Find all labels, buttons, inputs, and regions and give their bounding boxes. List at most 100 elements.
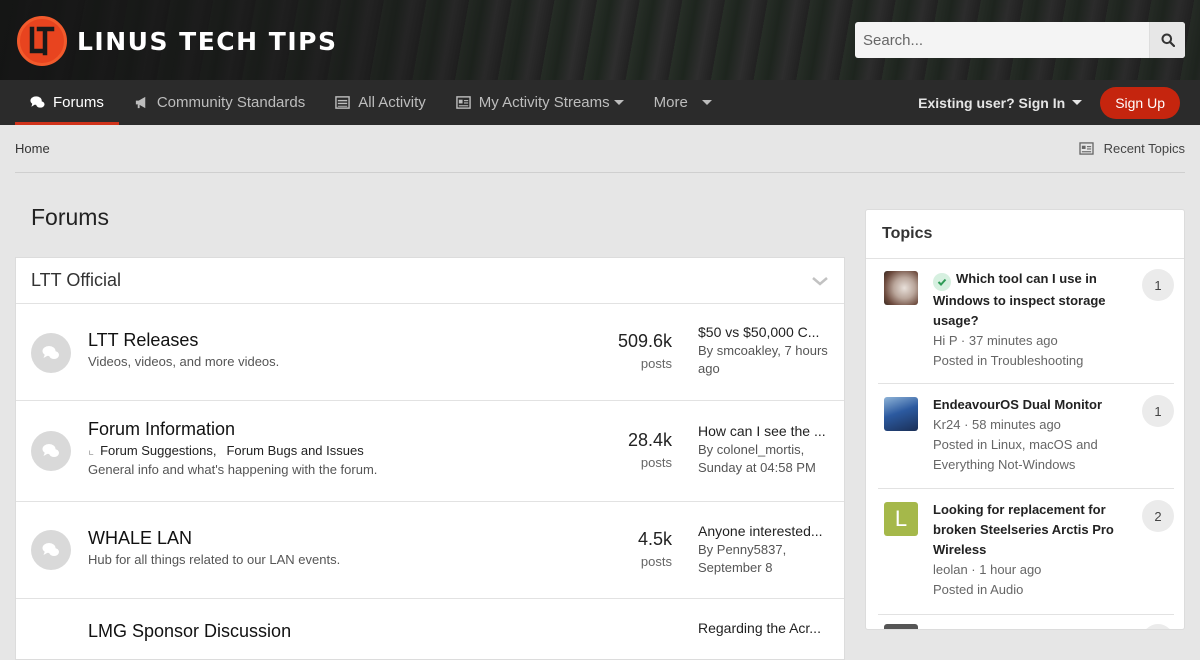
forum-last-post: Regarding the Acr... (698, 619, 836, 638)
nav-user-actions: Existing user? Sign In Sign Up (918, 80, 1180, 125)
category-title[interactable]: LTT Official (31, 270, 121, 291)
comments-icon (30, 96, 45, 108)
nav-forums[interactable]: Forums (15, 80, 119, 125)
nav-community-standards-label: Community Standards (156, 94, 306, 111)
sign-in-label: Existing user? Sign In (918, 94, 1066, 111)
nav-all-activity[interactable]: All Activity (320, 80, 441, 125)
topic-title-text: Which tool can I use in Windows to inspe… (933, 271, 1106, 328)
chevron-down-icon (701, 100, 712, 105)
forum-post-count: 28.4k posts (628, 430, 672, 470)
site-logo-text: LINUS TECH TIPS (77, 26, 338, 56)
post-count-label: posts (640, 554, 672, 569)
topic-item[interactable] (878, 616, 1174, 629)
topic-item[interactable]: EndeavourOS Dual Monitor Kr24 · 58 minut… (878, 385, 1174, 489)
sign-in-link[interactable]: Existing user? Sign In (918, 94, 1083, 111)
subforum-link[interactable]: Forum Suggestions, (100, 443, 216, 458)
forum-title[interactable]: LTT Releases (88, 330, 198, 351)
search-box (855, 22, 1185, 58)
forum-row[interactable]: LMG Sponsor Discussion Regarding the Acr… (16, 599, 844, 659)
solved-check-icon (933, 273, 951, 291)
forum-row[interactable]: LTT Releases Videos, videos, and more vi… (16, 304, 844, 401)
reply-count-badge: 1 (1142, 269, 1174, 301)
subforum-link[interactable]: Forum Bugs and Issues (226, 443, 363, 458)
recent-topics-link[interactable]: Recent Topics (1078, 141, 1185, 156)
topic-forum: Posted in Troubleshooting (933, 353, 1084, 368)
topic-title[interactable]: Which tool can I use in Windows to inspe… (933, 269, 1118, 331)
newspaper-icon (456, 96, 471, 109)
forum-post-count: 4.5k posts (638, 529, 672, 569)
main-nav: Forums Community Standards All Activity … (0, 80, 1200, 125)
topic-item[interactable]: Which tool can I use in Windows to inspe… (878, 259, 1174, 384)
nav-community-standards[interactable]: Community Standards (119, 80, 320, 125)
topic-meta: leolan · 1 hour ago (933, 562, 1042, 577)
last-post-title[interactable]: How can I see the ... (698, 422, 836, 440)
ltt-logo-icon (17, 16, 67, 66)
topic-body: EndeavourOS Dual Monitor Kr24 · 58 minut… (933, 395, 1118, 475)
avatar[interactable] (884, 624, 918, 629)
avatar[interactable]: L (884, 502, 918, 536)
forum-description: Hub for all things related to our LAN ev… (88, 552, 341, 567)
nav-more-label: More (653, 94, 688, 111)
avatar[interactable] (884, 271, 918, 305)
page-title: Forums (31, 204, 109, 230)
recent-topics-label: Recent Topics (1103, 141, 1185, 156)
forum-read-icon (31, 530, 71, 570)
forum-title[interactable]: Forum Information (88, 419, 235, 440)
forum-title[interactable]: LMG Sponsor Discussion (88, 621, 291, 642)
last-post-title[interactable]: Anyone interested... (698, 522, 836, 540)
forum-last-post: $50 vs $50,000 C... By smcoakley, 7 hour… (698, 323, 836, 378)
bullhorn-icon (135, 96, 146, 109)
post-count-label: posts (640, 356, 672, 371)
chevron-down-icon (613, 100, 624, 105)
last-post-byline: By colonel_mortis, Sunday at 04:58 PM (698, 442, 816, 475)
category-header: LTT Official (16, 258, 844, 304)
nav-forums-label: Forums (53, 94, 104, 111)
last-post-byline: By Penny5837, September 8 (698, 542, 787, 575)
subforum-list: ⌞ Forum Suggestions, Forum Bugs and Issu… (88, 442, 364, 458)
forum-description: General info and what's happening with t… (88, 462, 378, 477)
forum-description: Videos, videos, and more videos. (88, 354, 280, 369)
chevron-down-icon[interactable] (811, 275, 829, 287)
topic-meta: Hi P · 37 minutes ago (933, 333, 1058, 348)
reply-count-badge: 2 (1142, 500, 1174, 532)
nav-more[interactable]: More (639, 80, 727, 125)
topics-widget: Topics Which tool can I use in Windows t… (865, 209, 1185, 630)
site-header: LINUS TECH TIPS (0, 0, 1200, 80)
nav-my-activity-streams[interactable]: My Activity Streams (441, 80, 639, 125)
post-count-label: posts (640, 455, 672, 470)
forum-read-icon (31, 333, 71, 373)
post-count-value: 4.5k (637, 529, 672, 549)
post-count-value: 509.6k (617, 331, 672, 351)
topic-title[interactable]: EndeavourOS Dual Monitor (933, 395, 1118, 415)
forum-row[interactable]: WHALE LAN Hub for all things related to … (16, 502, 844, 599)
topic-meta: Kr24 · 58 minutes ago (933, 417, 1061, 432)
list-icon (335, 96, 351, 109)
avatar-letter: L (894, 506, 908, 531)
search-button[interactable] (1149, 22, 1185, 58)
reply-count-badge (1142, 624, 1174, 629)
site-logo[interactable]: LINUS TECH TIPS (17, 16, 337, 66)
main-content: Forums LTT Official LTT Releases Videos,… (15, 173, 845, 660)
post-count-value: 28.4k (627, 430, 672, 450)
breadcrumb: Home Recent Topics (15, 125, 1185, 173)
forum-last-post: Anyone interested... By Penny5837, Septe… (698, 522, 836, 577)
newspaper-icon (1078, 142, 1094, 155)
search-input[interactable] (855, 22, 1149, 58)
forum-row[interactable]: Forum Information ⌞ Forum Suggestions, F… (16, 401, 844, 502)
forum-title[interactable]: WHALE LAN (88, 528, 192, 549)
topic-item[interactable]: L Looking for replacement for broken Ste… (878, 490, 1174, 615)
breadcrumb-home[interactable]: Home (15, 141, 50, 156)
forum-last-post: How can I see the ... By colonel_mortis,… (698, 422, 836, 477)
last-post-byline: By smcoakley, 7 hours ago (698, 343, 828, 376)
avatar[interactable] (884, 397, 918, 431)
topic-forum: Posted in Linux, macOS and Everything No… (933, 437, 1098, 472)
topic-title[interactable]: Looking for replacement for broken Steel… (933, 500, 1118, 560)
forum-post-count: 509.6k posts (618, 331, 672, 371)
topic-body: Which tool can I use in Windows to inspe… (933, 269, 1118, 371)
reply-count-badge: 1 (1142, 395, 1174, 427)
forum-read-icon (31, 431, 71, 471)
sign-up-button[interactable]: Sign Up (1100, 86, 1180, 119)
last-post-title[interactable]: Regarding the Acr... (698, 619, 836, 637)
last-post-title[interactable]: $50 vs $50,000 C... (698, 323, 836, 341)
topic-body: Looking for replacement for broken Steel… (933, 500, 1118, 600)
